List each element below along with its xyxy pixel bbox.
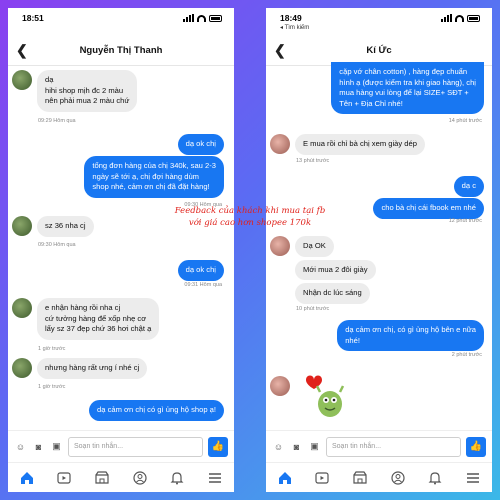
status-icons xyxy=(441,14,480,22)
menu-icon[interactable] xyxy=(207,470,223,486)
camera-icon[interactable]: ◙ xyxy=(290,440,303,453)
profile-icon[interactable] xyxy=(132,470,148,486)
message-input[interactable]: Soạn tin nhắn... xyxy=(326,436,461,457)
signal-icon xyxy=(183,14,194,22)
outgoing-message: dạ cảm ơn chị, có gì ủng hộ bên e nữa nh… xyxy=(337,320,484,351)
home-icon[interactable] xyxy=(19,470,35,486)
outgoing-message: dạ ok chị xyxy=(177,260,224,281)
wifi-icon xyxy=(455,14,464,22)
outgoing-message: dạ ok chị xyxy=(177,134,224,155)
message-timestamp: 12 phút trước xyxy=(448,218,482,224)
outgoing-message: dạ c xyxy=(453,176,484,197)
avatar[interactable] xyxy=(12,70,32,90)
status-bar: 18:51 xyxy=(8,8,234,28)
message-timestamp: 09:31 Hôm qua xyxy=(184,282,222,288)
signal-icon xyxy=(441,14,452,22)
camera-icon[interactable]: ◙ xyxy=(32,440,45,453)
avatar[interactable] xyxy=(12,298,32,318)
contact-name: Nguyễn Thị Thanh xyxy=(79,45,163,56)
avatar[interactable] xyxy=(12,216,32,236)
message-input[interactable]: Soạn tin nhắn... xyxy=(68,436,203,457)
profile-icon[interactable] xyxy=(390,470,406,486)
video-icon[interactable] xyxy=(56,470,72,486)
chat-header: ❮ Nguyễn Thị Thanh xyxy=(8,36,234,66)
message-timestamp: 09:29 Hôm qua xyxy=(38,118,76,124)
message-list[interactable]: dạ hihi shop mịh đc 2 màu nên phải mua 2… xyxy=(8,66,234,430)
back-to-app-link[interactable]: ◂ Tìm kiếm xyxy=(266,24,309,31)
back-arrow-icon[interactable]: ❮ xyxy=(16,42,28,59)
outgoing-message: tổng đơn hàng của chị 340k, sau 2-3 ngày… xyxy=(84,156,224,198)
message-timestamp: 09:30 Hôm qua xyxy=(38,242,76,248)
battery-icon xyxy=(467,14,480,22)
home-icon[interactable] xyxy=(277,470,293,486)
like-button[interactable]: 👍 xyxy=(208,436,228,457)
message-timestamp: 10 phút trước xyxy=(296,306,330,312)
heart-sticker-icon xyxy=(306,375,345,417)
image-icon[interactable]: ▣ xyxy=(50,440,63,453)
wifi-icon xyxy=(197,14,206,22)
bottom-tab-bar xyxy=(8,462,234,492)
message-timestamp: 1 giờ trước xyxy=(38,384,66,390)
message-timestamp: 13 phút trước xyxy=(296,158,330,164)
battery-icon xyxy=(209,14,222,22)
avatar[interactable] xyxy=(270,236,290,256)
marketplace-icon[interactable] xyxy=(94,470,110,486)
contact-name: Kí Ức xyxy=(366,45,392,56)
marketplace-icon[interactable] xyxy=(352,470,368,486)
message-group: Dạ OK Mới mua 2 đôi giày Nhận dc lúc sán… xyxy=(295,236,376,304)
status-time: 18:51 xyxy=(22,13,44,23)
emoji-icon[interactable]: ☺ xyxy=(272,440,285,453)
incoming-message: nhưng hàng rất ưng í nhé cj xyxy=(37,358,148,379)
outgoing-message: cặp vớ chân cotton) , hàng đẹp chuẩn hìn… xyxy=(331,62,484,114)
incoming-message: Nhận dc lúc sáng xyxy=(295,283,370,304)
message-timestamp: 1 giờ trước xyxy=(38,346,66,352)
left-phone-screen: 18:51 ❮ Nguyễn Thị Thanh dạ hihi shop mị… xyxy=(8,8,234,492)
incoming-message: Mới mua 2 đôi giày xyxy=(295,259,376,280)
status-icons xyxy=(183,14,222,22)
message-composer: ☺ ◙ ▣ Soạn tin nhắn... 👍 xyxy=(266,430,492,462)
message-timestamp: 2 phút trước xyxy=(451,352,482,358)
avatar[interactable] xyxy=(270,376,290,396)
emoji-icon[interactable]: ☺ xyxy=(14,440,27,453)
message-composer: ☺ ◙ ▣ Soạn tin nhắn... 👍 xyxy=(8,430,234,462)
video-icon[interactable] xyxy=(314,470,330,486)
back-arrow-icon[interactable]: ❮ xyxy=(274,42,286,59)
status-time: 18:49 xyxy=(280,13,302,23)
incoming-message: sz 36 nha cj xyxy=(37,216,94,237)
menu-icon[interactable] xyxy=(465,470,481,486)
incoming-message: e nhận hàng rồi nha cj cứ tưởng hàng để … xyxy=(37,298,160,340)
outgoing-message: dạ cảm ơn chị có gì ủng hộ shop ạ! xyxy=(89,400,224,421)
overlay-caption: Feedback của khách khi mua tại fb với gi… xyxy=(174,206,326,228)
incoming-message: E mua rồi chỉ bà chị xem giày dép xyxy=(295,134,425,155)
bell-icon[interactable] xyxy=(169,470,185,486)
avatar[interactable] xyxy=(12,358,32,378)
bottom-tab-bar xyxy=(266,462,492,492)
incoming-message: dạ hihi shop mịh đc 2 màu nên phải mua 2… xyxy=(37,70,138,112)
incoming-message: Dạ OK xyxy=(295,236,334,257)
bell-icon[interactable] xyxy=(427,470,443,486)
outgoing-message: cho bà chị cái fbook em nhé xyxy=(373,198,484,219)
message-timestamp: 14 phút trước xyxy=(448,118,482,124)
image-icon[interactable]: ▣ xyxy=(308,440,321,453)
avatar[interactable] xyxy=(270,134,290,154)
like-button[interactable]: 👍 xyxy=(466,436,486,457)
